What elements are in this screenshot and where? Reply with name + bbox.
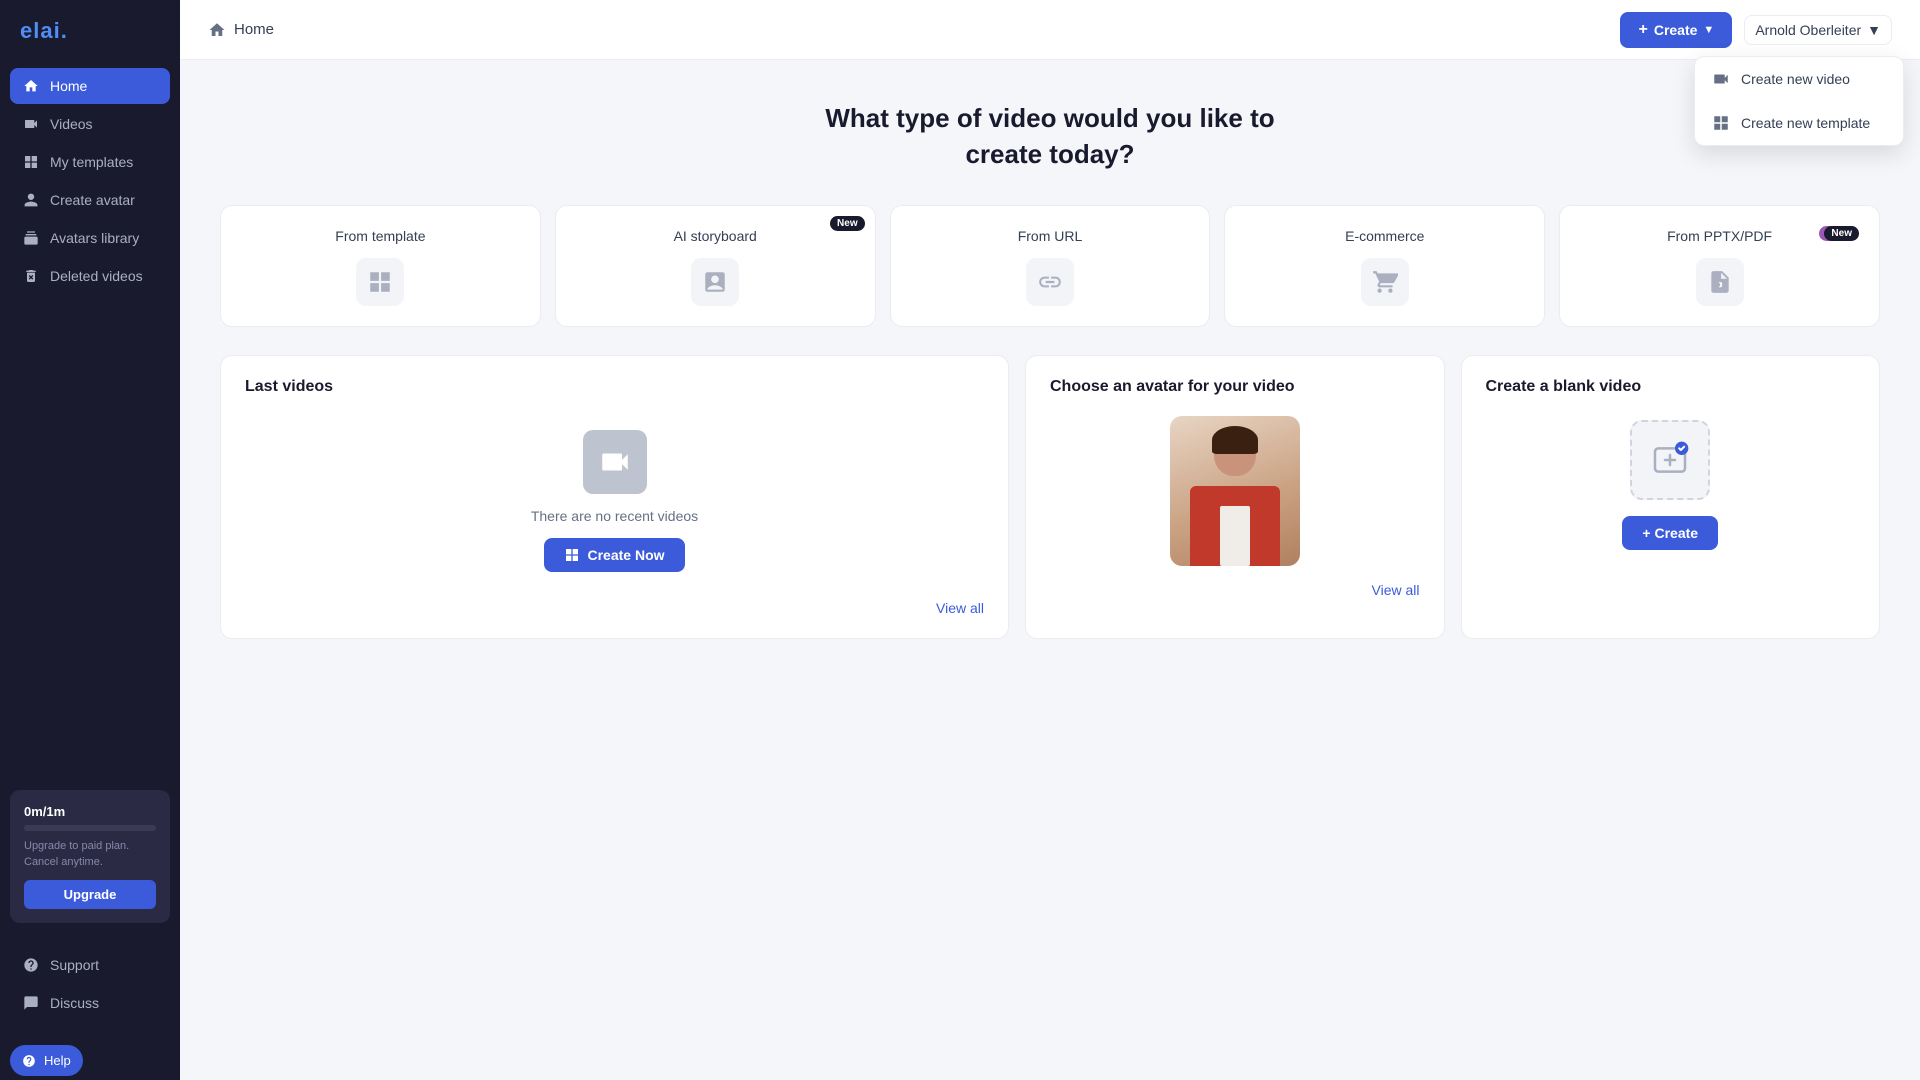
ai-storyboard-label: AI storyboard (674, 228, 757, 244)
videos-icon (22, 115, 40, 133)
link-icon (1026, 258, 1074, 306)
last-videos-view-all[interactable]: View all (245, 592, 984, 616)
sidebar: elai. Home Videos My templates (0, 0, 180, 1080)
sidebar-item-avatars-library[interactable]: Avatars library (10, 220, 170, 256)
dropdown-create-video-label: Create new video (1741, 71, 1850, 87)
blank-create-button[interactable]: + Create (1622, 516, 1718, 550)
no-videos-container: There are no recent videos Create Now (245, 400, 984, 592)
blank-video-icon (1630, 420, 1710, 500)
last-videos-title: Last videos (245, 378, 333, 396)
support-icon (22, 956, 40, 974)
from-url-label: From URL (1018, 228, 1083, 244)
upgrade-note: Upgrade to paid plan. Cancel anytime. (24, 839, 156, 870)
sidebar-item-label: Videos (50, 116, 93, 132)
trash-icon (22, 267, 40, 285)
from-pptx-label: From PPTX/PDF (1667, 228, 1772, 244)
avatar-body (1050, 400, 1420, 574)
avatar-header: Choose an avatar for your video (1050, 378, 1420, 396)
home-icon (22, 77, 40, 95)
topbar-home-label: Home (234, 21, 274, 38)
sidebar-nav: Home Videos My templates Create avatar (0, 68, 180, 790)
ecommerce-card[interactable]: E-commerce (1224, 205, 1545, 327)
dropdown-create-template[interactable]: Create new template (1695, 101, 1903, 145)
sidebar-item-support[interactable]: Support (10, 947, 170, 983)
sidebar-item-videos[interactable]: Videos (10, 106, 170, 142)
last-videos-card: Last videos There are no recent videos C… (220, 355, 1009, 639)
last-videos-header: Last videos (245, 378, 984, 396)
new-badge-pptx: New (1824, 226, 1859, 241)
grid-icon (356, 258, 404, 306)
video-placeholder-icon (583, 430, 647, 494)
avatar-card-title: Choose an avatar for your video (1050, 378, 1295, 396)
discuss-icon (22, 994, 40, 1012)
sidebar-bottom: Support Discuss (0, 935, 180, 1041)
dropdown-create-video[interactable]: Create new video (1695, 57, 1903, 101)
sidebar-item-deleted-videos[interactable]: Deleted videos (10, 258, 170, 294)
chevron-down-icon: ▼ (1703, 24, 1714, 36)
ai-storyboard-card[interactable]: New AI storyboard (555, 205, 876, 327)
content-area: What type of video would you like tocrea… (180, 60, 1920, 1080)
help-button[interactable]: Help (10, 1045, 83, 1076)
from-url-card[interactable]: From URL (890, 205, 1211, 327)
new-badge: New (830, 216, 865, 231)
sidebar-item-discuss[interactable]: Discuss (10, 985, 170, 1021)
library-icon (22, 229, 40, 247)
sidebar-item-label: My templates (50, 154, 133, 170)
choose-avatar-card: Choose an avatar for your video (1025, 355, 1445, 639)
templates-icon (22, 153, 40, 171)
app-logo: elai. (0, 0, 180, 68)
from-pptx-card[interactable]: Beta New From PPTX/PDF (1559, 205, 1880, 327)
video-type-grid: From template New AI storyboard From URL (220, 205, 1880, 327)
sidebar-item-my-templates[interactable]: My templates (10, 144, 170, 180)
usage-label: 0m/1m (24, 804, 156, 819)
usage-bar-bg (24, 825, 156, 831)
topbar: Home + Create ▼ Arnold Oberleiter ▼ Crea… (180, 0, 1920, 60)
blank-create-label: + Create (1642, 525, 1698, 541)
ecommerce-icon (1361, 258, 1409, 306)
avatar-image (1170, 416, 1300, 566)
avatar-view-all[interactable]: View all (1050, 574, 1420, 598)
sidebar-item-label: Home (50, 78, 87, 94)
no-videos-text: There are no recent videos (531, 508, 698, 524)
create-label: Create (1654, 22, 1698, 38)
sidebar-item-label: Create avatar (50, 192, 135, 208)
video-icon (1711, 69, 1731, 89)
user-menu-button[interactable]: Arnold Oberleiter ▼ (1744, 15, 1892, 45)
upgrade-button[interactable]: Upgrade (24, 880, 156, 909)
from-template-label: From template (335, 228, 425, 244)
storyboard-icon (691, 258, 739, 306)
create-plus-icon: + (1638, 21, 1647, 39)
help-label: Help (44, 1053, 71, 1068)
topbar-right: + Create ▼ Arnold Oberleiter ▼ (1620, 12, 1892, 48)
sidebar-item-label: Support (50, 957, 99, 973)
blank-card-title: Create a blank video (1486, 378, 1642, 396)
sidebar-item-label: Discuss (50, 995, 99, 1011)
template-icon (1711, 113, 1731, 133)
create-blank-card: Create a blank video + Create (1461, 355, 1881, 639)
breadcrumb: Home (208, 21, 274, 39)
upgrade-box: 0m/1m Upgrade to paid plan. Cancel anyti… (10, 790, 170, 923)
from-template-card[interactable]: From template (220, 205, 541, 327)
page-title: What type of video would you like tocrea… (220, 100, 1880, 173)
ecommerce-label: E-commerce (1345, 228, 1424, 244)
blank-body (1486, 400, 1856, 516)
bottom-grid: Last videos There are no recent videos C… (220, 355, 1880, 639)
create-button[interactable]: + Create ▼ (1620, 12, 1732, 48)
avatar-icon (22, 191, 40, 209)
sidebar-item-label: Avatars library (50, 230, 139, 246)
sidebar-item-home[interactable]: Home (10, 68, 170, 104)
main-content: Home + Create ▼ Arnold Oberleiter ▼ Crea… (180, 0, 1920, 1080)
sidebar-item-label: Deleted videos (50, 268, 143, 284)
user-name: Arnold Oberleiter (1755, 22, 1861, 38)
pptx-icon (1696, 258, 1744, 306)
user-chevron-icon: ▼ (1867, 22, 1881, 38)
sidebar-item-create-avatar[interactable]: Create avatar (10, 182, 170, 218)
create-dropdown: Create new video Create new template (1694, 56, 1904, 146)
blank-header: Create a blank video (1486, 378, 1856, 396)
dropdown-create-template-label: Create new template (1741, 115, 1870, 131)
create-now-button[interactable]: Create Now (544, 538, 684, 572)
create-now-label: Create Now (587, 547, 664, 563)
